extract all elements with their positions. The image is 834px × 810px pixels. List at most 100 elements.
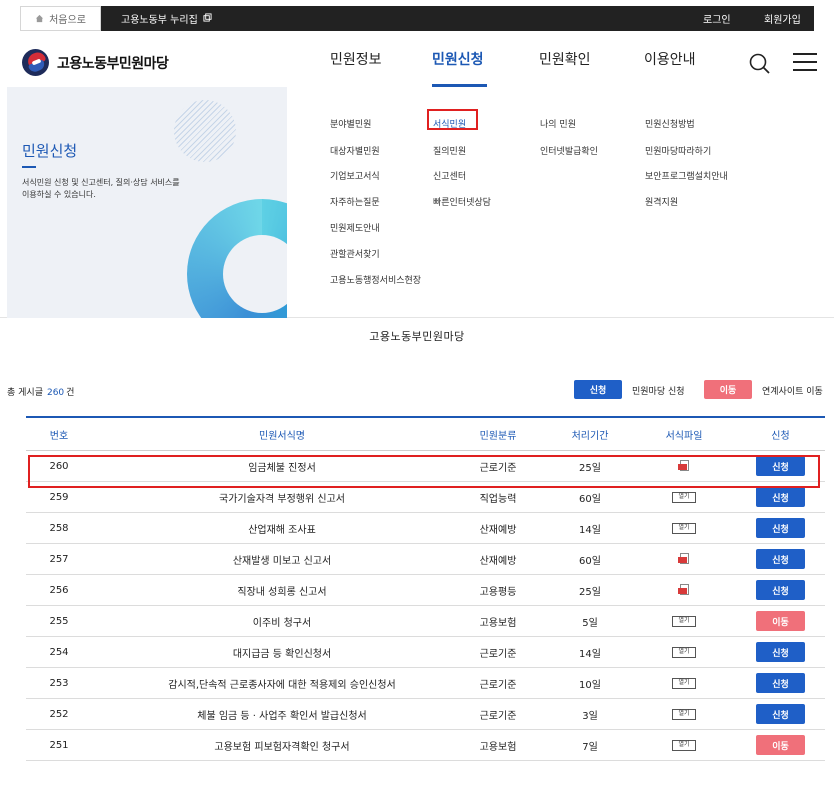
menu-item-office-finder[interactable]: 관할관서찾기: [330, 247, 380, 260]
table-row[interactable]: 255 이주비 청구서 고용보험 5일 열기 이동: [26, 606, 825, 637]
row-form-name[interactable]: 체불 임금 등 · 사업주 확인서 발급신청서: [92, 699, 472, 729]
menu-item-security-install[interactable]: 보안프로그램설치안내: [645, 169, 728, 182]
apply-button[interactable]: 신청: [756, 518, 805, 538]
menu-item-my-petition[interactable]: 나의 민원: [540, 117, 576, 130]
row-form-file: 열기: [638, 668, 730, 698]
hwp-file-icon[interactable]: [678, 584, 690, 596]
open-file-button[interactable]: 열기: [672, 646, 696, 658]
open-file-button[interactable]: 열기: [672, 739, 696, 751]
menu-item-field[interactable]: 분야별민원: [330, 117, 371, 130]
row-form-name[interactable]: 이주비 청구서: [92, 606, 472, 636]
nav-check[interactable]: 민원확인: [539, 49, 591, 69]
legend-move-text: 연계사이트 이동: [762, 387, 823, 397]
menu-item-tutorial[interactable]: 민원마당따라하기: [645, 144, 711, 157]
header-apply: 신청: [771, 431, 790, 442]
nav-apply[interactable]: 민원신청: [432, 49, 484, 69]
title-underline: [22, 166, 36, 168]
row-number: 256: [49, 584, 69, 596]
row-form-name[interactable]: 산업재해 조사표: [92, 513, 472, 543]
table-header: 번호 민원서식명 민원분류 처리기간 서식파일 신청: [26, 416, 825, 451]
menu-item-system-guide[interactable]: 민원제도안내: [330, 221, 380, 234]
apply-button[interactable]: 신청: [756, 642, 805, 662]
selected-row-highlight: [28, 455, 820, 488]
open-file-button[interactable]: 열기: [672, 522, 696, 534]
row-form-name[interactable]: 대지급금 등 확인신청서: [92, 637, 472, 667]
row-apply: 신청: [738, 513, 823, 543]
row-form-file: [638, 575, 730, 605]
apply-button[interactable]: 신청: [756, 673, 805, 693]
header-processing-days: 처리기간: [571, 431, 609, 442]
move-button[interactable]: 이동: [756, 735, 805, 755]
move-button[interactable]: 이동: [756, 611, 805, 631]
nav-info[interactable]: 민원정보: [330, 49, 382, 69]
row-processing-days: 10일: [579, 679, 601, 691]
row-category: 근로기준: [479, 679, 517, 691]
legend-apply-text: 민원마당 신청: [632, 387, 685, 397]
main-header: 고용노동부민원마당 민원정보 민원신청 민원확인 이용안내: [0, 37, 834, 87]
row-apply: 신청: [738, 575, 823, 605]
row-number: 257: [49, 553, 69, 565]
row-apply: 신청: [738, 544, 823, 574]
menu-item-report-center[interactable]: 신고센터: [433, 169, 466, 182]
menu-item-quick-consult[interactable]: 빠른인터넷상담: [433, 195, 491, 208]
open-file-button[interactable]: 열기: [672, 491, 696, 503]
row-processing-days: 60일: [579, 555, 601, 567]
row-form-file: 열기: [638, 699, 730, 729]
join-link[interactable]: 회원가입: [764, 6, 801, 31]
header-number: 번호: [49, 431, 69, 442]
row-form-name[interactable]: 직장내 성희롱 신고서: [92, 575, 472, 605]
apply-button[interactable]: 신청: [756, 487, 805, 507]
menu-item-faq[interactable]: 자주하는질문: [330, 195, 380, 208]
row-processing-days: 14일: [579, 648, 601, 660]
hamburger-menu-icon[interactable]: [793, 52, 817, 72]
legend-move-badge: 이동: [704, 380, 752, 399]
row-processing-days: 7일: [582, 741, 598, 753]
menu-item-inquiry[interactable]: 질의민원: [433, 144, 466, 157]
table-row[interactable]: 253 감시적,단속적 근로종사자에 대한 적용제외 승인신청서 근로기준 10일 열기…: [26, 668, 825, 699]
menu-item-target[interactable]: 대상자별민원: [330, 144, 380, 157]
row-number: 255: [49, 615, 69, 627]
table-row[interactable]: 254 대지급금 등 확인신청서 근로기준 14일 열기 신청: [26, 637, 825, 668]
login-link[interactable]: 로그인: [703, 6, 731, 31]
apply-button[interactable]: 신청: [756, 580, 805, 600]
table-row[interactable]: 256 직장내 성희롱 신고서 고용평등 25일 신청: [26, 575, 825, 606]
row-processing-days: 14일: [579, 524, 601, 536]
site-logo[interactable]: 고용노동부민원마당: [22, 49, 169, 76]
open-file-button[interactable]: 열기: [672, 677, 696, 689]
row-category: 산재예방: [479, 524, 517, 536]
row-form-name[interactable]: 산재발생 미보고 신고서: [92, 544, 472, 574]
apply-button[interactable]: 신청: [756, 704, 805, 724]
row-apply: 신청: [738, 668, 823, 698]
utility-bar: 처음으로 고용노동부 누리집 로그인 회원가입: [0, 0, 834, 37]
open-file-button[interactable]: 열기: [672, 615, 696, 627]
row-category: 근로기준: [479, 710, 517, 722]
ministry-site-link[interactable]: 고용노동부 누리집: [121, 6, 212, 31]
menu-item-issue-check[interactable]: 인터넷발급확인: [540, 144, 598, 157]
site-name: 고용노동부민원마당: [57, 55, 169, 72]
row-form-name[interactable]: 고용보험 피보험자격확인 청구서: [92, 730, 472, 760]
mega-menu-description: 서식민원 신청 및 신고센터, 질의·상담 서비스를 이용하실 수 있습니다.: [22, 178, 180, 199]
row-number: 251: [49, 739, 69, 751]
row-form-file: 열기: [638, 637, 730, 667]
open-file-button[interactable]: 열기: [672, 708, 696, 720]
row-number: 254: [49, 646, 69, 658]
home-link[interactable]: 처음으로: [20, 6, 101, 31]
menu-item-how-to-apply[interactable]: 민원신청방법: [645, 117, 695, 130]
legend-apply-badge: 신청: [574, 380, 622, 399]
table-row[interactable]: 257 산재발생 미보고 신고서 산재예방 60일 신청: [26, 544, 825, 575]
mega-menu-intro: 민원신청 서식민원 신청 및 신고센터, 질의·상담 서비스를 이용하실 수 있…: [7, 87, 287, 318]
row-processing-days: 5일: [582, 617, 598, 629]
table-row[interactable]: 258 산업재해 조사표 산재예방 14일 열기 신청: [26, 513, 825, 544]
selected-menu-highlight: [427, 109, 478, 130]
menu-item-company-report[interactable]: 기업보고서식: [330, 169, 380, 182]
apply-button[interactable]: 신청: [756, 549, 805, 569]
search-icon[interactable]: [748, 53, 772, 75]
nav-guide[interactable]: 이용안내: [644, 49, 696, 69]
row-number: 258: [49, 522, 69, 534]
table-row[interactable]: 252 체불 임금 등 · 사업주 확인서 발급신청서 근로기준 3일 열기 신청: [26, 699, 825, 730]
table-row[interactable]: 251 고용보험 피보험자격확인 청구서 고용보험 7일 열기 이동: [26, 730, 825, 761]
hwp-file-icon[interactable]: [678, 553, 690, 565]
menu-item-remote-support[interactable]: 원격지원: [645, 195, 678, 208]
menu-item-service-field[interactable]: 고용노동행정서비스현장: [330, 273, 421, 286]
row-form-name[interactable]: 감시적,단속적 근로종사자에 대한 적용제외 승인신청서: [92, 668, 472, 698]
